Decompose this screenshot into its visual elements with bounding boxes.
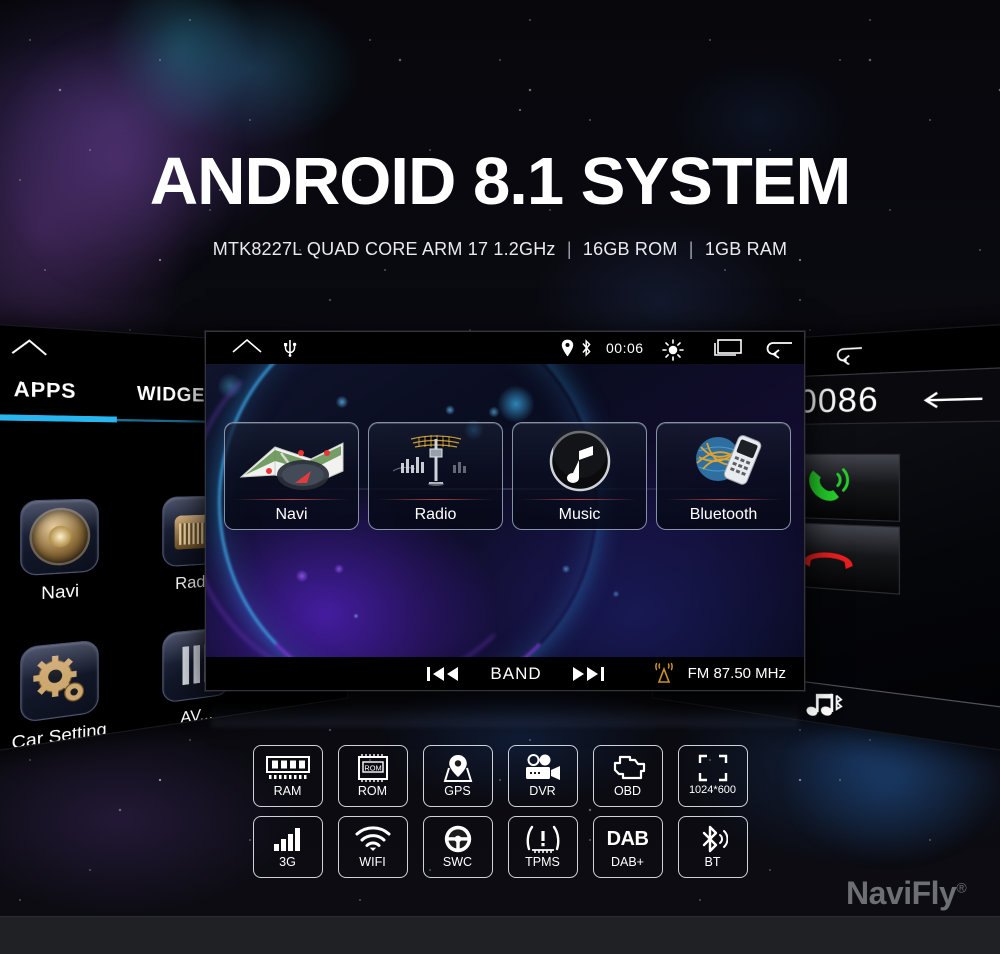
radio-tower-icon bbox=[369, 429, 502, 497]
bluetooth-phone-icon bbox=[657, 429, 790, 497]
prev-track-button[interactable] bbox=[426, 665, 460, 683]
device-showcase: APPS WIDGETS Navi Radio Car Setting AV..… bbox=[0, 321, 1000, 757]
center-statusbar: 00:06 bbox=[206, 332, 804, 364]
feature-label-gps: GPS bbox=[444, 784, 471, 798]
feature-dab: DAB DAB+ bbox=[592, 816, 663, 878]
spec-rom: 16GB ROM bbox=[582, 239, 678, 259]
signal-bars-icon bbox=[272, 824, 304, 854]
feature-ram: RAM bbox=[252, 745, 323, 807]
feature-label-wifi: WIFI bbox=[359, 855, 386, 869]
steering-wheel-icon bbox=[443, 824, 473, 854]
feature-wifi: WIFI bbox=[337, 816, 408, 878]
tile-navi[interactable]: Navi bbox=[224, 422, 359, 530]
feature-label-rom: ROM bbox=[357, 784, 388, 798]
media-control-bar: BAND FM 87.50 MHz bbox=[206, 657, 804, 690]
feature-bt: BT bbox=[677, 816, 748, 878]
spec-divider-2: | bbox=[688, 239, 694, 259]
dvr-camera-icon bbox=[523, 753, 563, 783]
prev-track-icon bbox=[427, 666, 459, 681]
svg-text:ROM: ROM bbox=[364, 763, 381, 772]
bluetooth-icon bbox=[582, 339, 591, 357]
tire-pressure-icon bbox=[525, 824, 561, 854]
feature-label-obd: OBD bbox=[613, 784, 642, 798]
music-note-icon bbox=[513, 429, 646, 497]
feature-label-dab: DAB+ bbox=[610, 855, 644, 869]
app-label-navi: Navi bbox=[41, 580, 80, 605]
center-screen-frame: 00:06 Navi Radio Music Bluetooth BAND FM… bbox=[205, 331, 805, 691]
left-arrow-icon[interactable] bbox=[922, 390, 984, 409]
feature-label-ram: RAM bbox=[273, 784, 302, 798]
recents-icon[interactable] bbox=[712, 339, 742, 359]
feature-tpms: TPMS bbox=[507, 816, 578, 878]
dab-badge-text: DAB bbox=[606, 827, 649, 850]
spec-divider-1: | bbox=[566, 239, 572, 259]
bluetooth-icon bbox=[698, 824, 728, 854]
feature-resolution: 1024*600 bbox=[677, 745, 748, 807]
feature-3g: 3G bbox=[252, 816, 323, 878]
feature-swc: SWC bbox=[422, 816, 493, 878]
status-clock: 00:06 bbox=[606, 340, 644, 356]
tile-label-radio: Radio bbox=[414, 506, 457, 523]
spec-cpu: MTK8227L QUAD CORE ARM 17 1.2GHz bbox=[212, 239, 556, 259]
feature-dvr: DVR bbox=[507, 745, 578, 807]
feature-label-bt: BT bbox=[704, 855, 721, 869]
home-icon[interactable] bbox=[232, 339, 262, 353]
bluetooth-music-icon[interactable] bbox=[804, 687, 844, 722]
wifi-icon bbox=[355, 824, 391, 854]
resolution-icon bbox=[698, 753, 728, 783]
next-track-button[interactable] bbox=[572, 665, 606, 683]
compass-icon bbox=[20, 498, 99, 577]
feature-label-resolution: 1024*600 bbox=[688, 784, 737, 796]
feature-icon-grid: RAM ROM ROM GPS DVR OBD 1024*600 3G WIFI… bbox=[0, 745, 1000, 887]
app-cell-navi[interactable]: Navi bbox=[0, 498, 122, 608]
dab-icon: DAB bbox=[607, 824, 649, 854]
tile-music[interactable]: Music bbox=[512, 422, 647, 530]
feature-row-1: RAM ROM ROM GPS DVR OBD 1024*600 bbox=[0, 745, 1000, 807]
gear-icon bbox=[20, 639, 99, 724]
feature-gps: GPS bbox=[422, 745, 493, 807]
tile-label-bluetooth: Bluetooth bbox=[689, 506, 758, 523]
back-icon[interactable] bbox=[764, 339, 794, 359]
obd-engine-icon bbox=[608, 753, 648, 783]
brightness-icon[interactable] bbox=[662, 339, 684, 361]
call-end-icon bbox=[803, 551, 853, 570]
usb-icon[interactable] bbox=[282, 339, 298, 357]
tile-label-navi: Navi bbox=[275, 506, 308, 523]
screen-reflection bbox=[211, 693, 799, 727]
feature-label-dvr: DVR bbox=[529, 784, 556, 798]
hero-specs: MTK8227L QUAD CORE ARM 17 1.2GHz | 16GB … bbox=[0, 239, 1000, 260]
feature-label-3g: 3G bbox=[279, 855, 296, 869]
registered-mark: ® bbox=[956, 879, 967, 896]
map-compass-icon bbox=[225, 429, 358, 497]
gps-pin-icon bbox=[441, 753, 475, 783]
location-pin-icon bbox=[561, 339, 574, 357]
home-tile-row: Navi Radio Music Bluetooth bbox=[224, 422, 791, 530]
feature-label-swc: SWC bbox=[442, 855, 473, 869]
radio-frequency: FM 87.50 MHz bbox=[687, 665, 786, 682]
next-track-icon bbox=[572, 666, 604, 681]
call-answer-icon bbox=[809, 464, 854, 502]
page-title: ANDROID 8.1 SYSTEM bbox=[149, 144, 852, 219]
tab-apps[interactable]: APPS bbox=[14, 378, 77, 404]
radio-signal-icon bbox=[654, 662, 673, 683]
feature-obd: OBD bbox=[592, 745, 663, 807]
promo-page: ANDROID 8.1 SYSTEM MTK8227L QUAD CORE AR… bbox=[0, 0, 1000, 954]
center-wallpaper: Navi Radio Music Bluetooth bbox=[206, 364, 804, 657]
feature-row-2: 3G WIFI SWC TPMS DAB DAB+ BT bbox=[0, 816, 1000, 878]
brand-logo: NaviFly® bbox=[846, 875, 967, 912]
tile-radio[interactable]: Radio bbox=[368, 422, 503, 530]
band-button[interactable]: BAND bbox=[490, 664, 541, 684]
feature-rom: ROM ROM bbox=[337, 745, 408, 807]
rom-chip-icon: ROM bbox=[354, 753, 392, 783]
feature-label-tpms: TPMS bbox=[525, 855, 560, 869]
back-icon[interactable] bbox=[834, 343, 864, 365]
brand-name: NaviFly bbox=[846, 875, 957, 911]
spec-ram: 1GB RAM bbox=[704, 239, 788, 259]
tile-bluetooth[interactable]: Bluetooth bbox=[656, 422, 791, 530]
ram-chip-icon bbox=[265, 753, 310, 783]
radio-signal-indicator bbox=[652, 662, 676, 685]
tile-label-music: Music bbox=[558, 506, 601, 523]
home-icon[interactable] bbox=[11, 338, 48, 356]
